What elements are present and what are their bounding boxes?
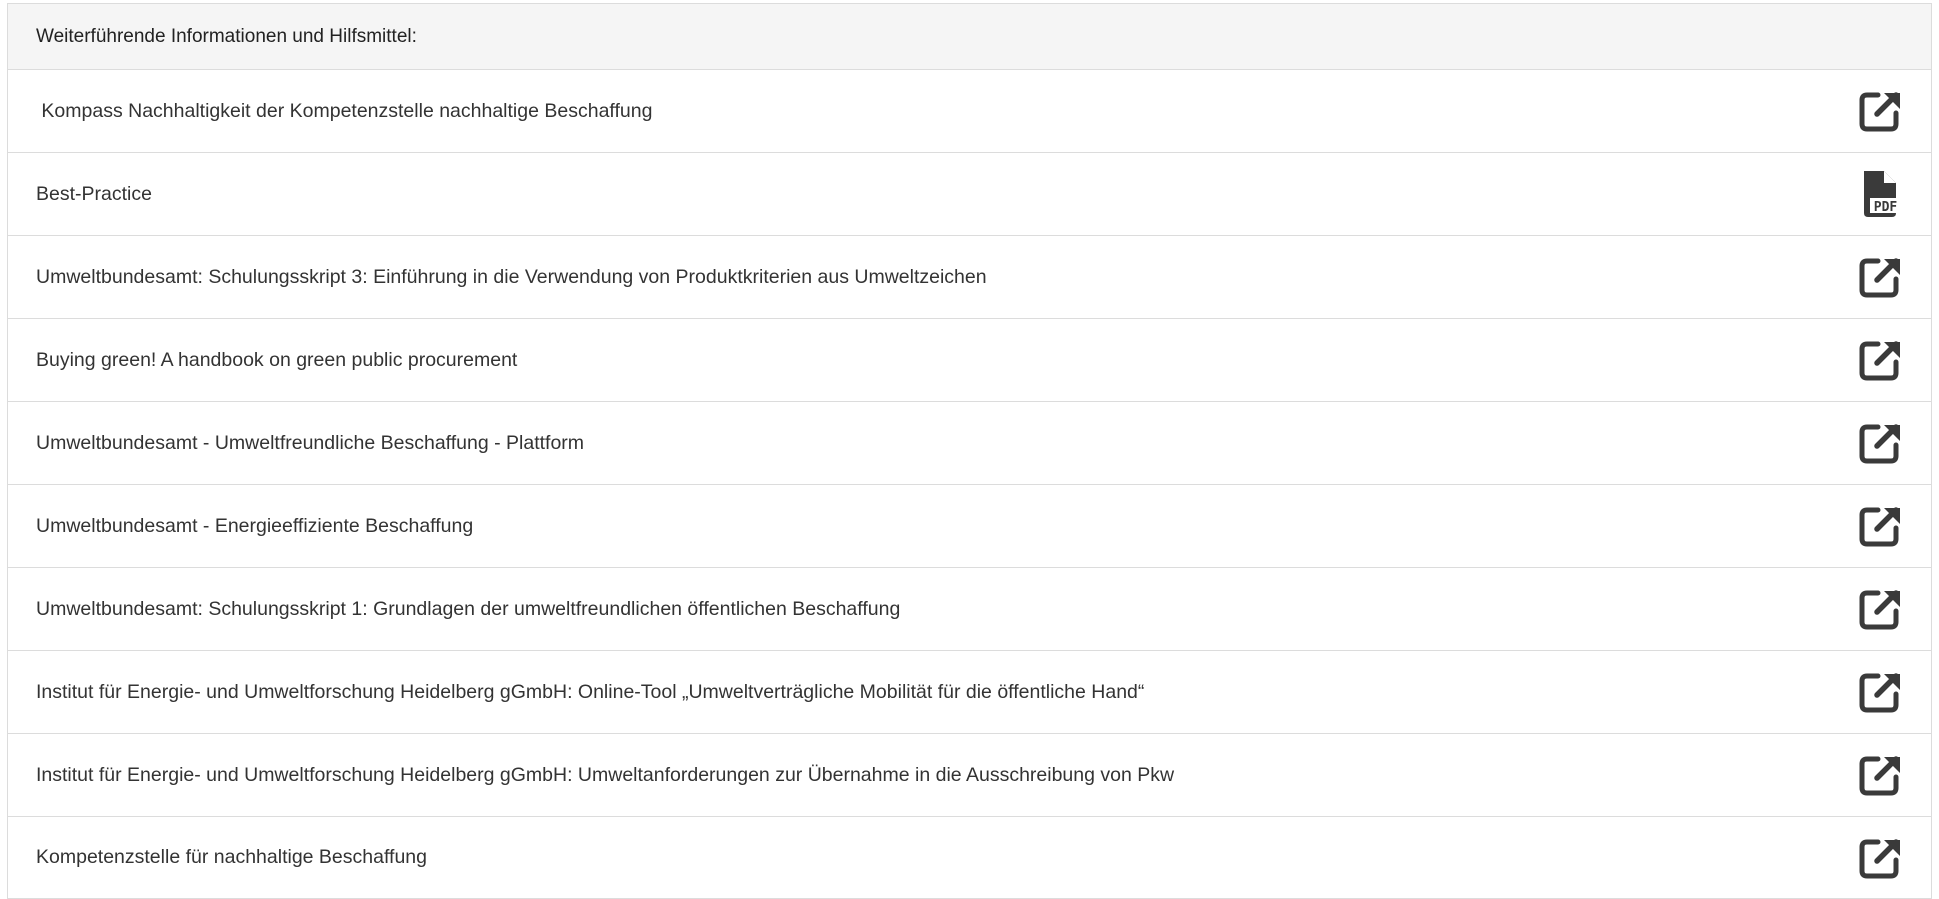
external-link-icon[interactable] bbox=[1857, 835, 1903, 881]
resource-row-ifeu-pkw[interactable]: Institut für Energie- und Umweltforschun… bbox=[8, 734, 1931, 817]
external-link-icon[interactable] bbox=[1857, 420, 1903, 466]
external-link-icon[interactable] bbox=[1857, 503, 1903, 549]
pdf-label: PDF bbox=[1874, 200, 1898, 215]
resource-row-buying-green[interactable]: Buying green! A handbook on green public… bbox=[8, 319, 1931, 402]
resource-label: Best-Practice bbox=[36, 182, 152, 205]
resource-label: Buying green! A handbook on green public… bbox=[36, 348, 518, 371]
resource-label: Kompass Nachhaltigkeit der Kompetenzstel… bbox=[36, 99, 653, 122]
external-link-icon[interactable] bbox=[1857, 254, 1903, 300]
resource-row-best-practice[interactable]: Best-Practice PDF bbox=[8, 153, 1931, 236]
resource-label: Umweltbundesamt - Umweltfreundliche Besc… bbox=[36, 431, 585, 454]
resource-row-energieeffiziente-beschaffung[interactable]: Umweltbundesamt - Energieeffiziente Besc… bbox=[8, 485, 1931, 568]
resource-row-ifeu-online-tool[interactable]: Institut für Energie- und Umweltforschun… bbox=[8, 651, 1931, 734]
resource-row-schulungsskript-1[interactable]: Umweltbundesamt: Schulungsskript 1: Grun… bbox=[8, 568, 1931, 651]
resource-label: Umweltbundesamt: Schulungsskript 1: Grun… bbox=[36, 597, 901, 620]
pdf-file-icon[interactable]: PDF bbox=[1857, 171, 1903, 217]
resource-row-kompetenzstelle[interactable]: Kompetenzstelle für nachhaltige Beschaff… bbox=[8, 817, 1931, 899]
resource-label: Kompetenzstelle für nachhaltige Beschaff… bbox=[36, 846, 427, 868]
external-link-icon[interactable] bbox=[1857, 752, 1903, 798]
external-link-icon[interactable] bbox=[1857, 586, 1903, 632]
resources-panel: Weiterführende Informationen und Hilfsmi… bbox=[7, 3, 1932, 899]
resource-row-schulungsskript-3[interactable]: Umweltbundesamt: Schulungsskript 3: Einf… bbox=[8, 236, 1931, 319]
resource-label: Institut für Energie- und Umweltforschun… bbox=[36, 763, 1175, 786]
resource-label: Umweltbundesamt - Energieeffiziente Besc… bbox=[36, 514, 474, 537]
resource-label: Institut für Energie- und Umweltforschun… bbox=[36, 680, 1145, 703]
external-link-icon[interactable] bbox=[1857, 88, 1903, 134]
panel-title: Weiterführende Informationen und Hilfsmi… bbox=[36, 25, 417, 47]
external-link-icon[interactable] bbox=[1857, 337, 1903, 383]
resource-list: Kompass Nachhaltigkeit der Kompetenzstel… bbox=[8, 70, 1931, 899]
panel-header: Weiterführende Informationen und Hilfsmi… bbox=[8, 4, 1931, 70]
external-link-icon[interactable] bbox=[1857, 669, 1903, 715]
resource-row-umweltfreundliche-beschaffung[interactable]: Umweltbundesamt - Umweltfreundliche Besc… bbox=[8, 402, 1931, 485]
resource-label: Umweltbundesamt: Schulungsskript 3: Einf… bbox=[36, 265, 987, 288]
resource-row-kompass-nachhaltigkeit[interactable]: Kompass Nachhaltigkeit der Kompetenzstel… bbox=[8, 70, 1931, 153]
